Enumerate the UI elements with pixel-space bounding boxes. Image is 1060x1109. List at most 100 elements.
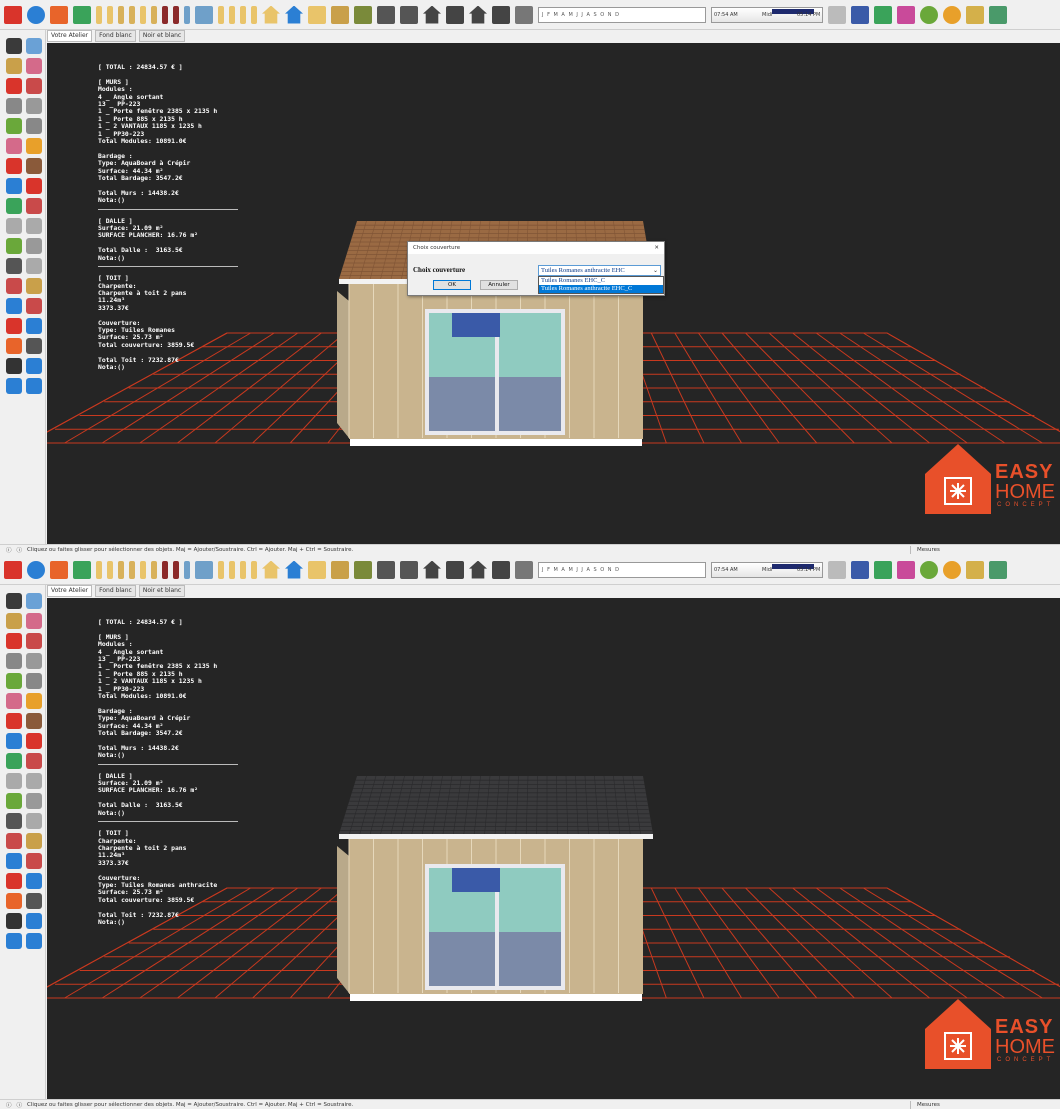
orange-icon[interactable] [943,560,961,579]
polygon-tool-icon[interactable] [26,118,42,134]
corner-module-icon[interactable] [229,560,235,579]
rotate-tool-icon[interactable] [6,178,22,194]
house-icon-2[interactable] [446,5,464,24]
section-display-tool-icon[interactable] [26,338,42,354]
section-tool-icon[interactable] [6,893,22,909]
corner-module-icon[interactable] [251,560,257,579]
cancel-button[interactable]: Annuler [480,280,518,290]
help-icon[interactable]: ⓘ [6,1101,12,1109]
lamp-icon[interactable] [828,560,846,579]
app-logo-icon[interactable] [4,560,22,579]
zoom-window-tool-icon[interactable] [26,298,42,314]
app-logo-icon[interactable] [4,5,22,24]
scene-tab[interactable]: Noir et blanc [138,585,186,597]
corner-module-icon[interactable] [240,560,246,579]
refresh-icon[interactable] [27,5,45,24]
move-tool-icon[interactable] [6,713,22,729]
pan-tool-icon[interactable] [6,833,22,849]
scene-tab[interactable]: Votre Atelier [47,585,93,597]
pan-tool-icon[interactable] [6,278,22,294]
house-icon-4[interactable] [492,560,510,579]
orbit-tool-icon[interactable] [26,38,42,54]
walk-tool-icon[interactable] [6,813,22,829]
position-camera-tool-icon[interactable] [6,873,22,889]
look-tool-icon[interactable] [26,873,42,889]
scenes-tool-icon[interactable] [26,378,42,394]
wall-module-icon[interactable] [151,560,157,579]
house-roof-icon[interactable] [285,5,303,24]
book-icon[interactable] [400,5,418,24]
tape-measure-tool-icon[interactable] [6,218,22,234]
shadow-time-slider[interactable]: 07:54 AM Midi 05:14 PM [711,6,823,23]
3d-viewport[interactable]: [ TOTAL : 24834.57 € ][ MURS ] Modules :4… [47,43,1060,544]
arrows-icon[interactable] [73,5,91,24]
axes-tool-icon[interactable] [6,238,22,254]
corner-module-icon[interactable] [240,5,246,24]
checkbox-icon[interactable] [308,5,326,24]
door-module-icon[interactable] [173,560,179,579]
close-tool-icon[interactable] [50,5,68,24]
help-icon[interactable]: ⓘ [6,546,12,554]
line-tool-icon[interactable] [6,633,22,649]
window-module-icon[interactable] [195,560,213,579]
offset-tool-icon[interactable] [26,753,42,769]
wall-module-icon[interactable] [107,5,113,24]
wall-module-icon[interactable] [151,5,157,24]
freehand-tool-icon[interactable] [26,633,42,649]
wall-module-icon[interactable] [96,560,102,579]
component-icon[interactable] [377,5,395,24]
rectangle-tool-icon[interactable] [6,653,22,669]
section-display-tool-icon[interactable] [26,893,42,909]
paint-bucket-tool-icon[interactable] [6,58,22,74]
house-icon-3[interactable] [469,560,487,579]
report-icon[interactable] [331,5,349,24]
3d-text-tool-icon[interactable] [26,793,42,809]
scale-tool-icon[interactable] [6,753,22,769]
report-icon[interactable] [331,560,349,579]
house-roof-icon[interactable] [285,560,303,579]
zoom-window-tool-icon[interactable] [26,853,42,869]
plugin-icon[interactable] [989,5,1007,24]
house-outline-icon[interactable] [262,560,280,579]
circle-tool-icon[interactable] [6,118,22,134]
info-icon[interactable]: ⓘ [17,546,23,554]
zoom-extents-tool-icon[interactable] [6,853,22,869]
home-icon[interactable] [423,560,441,579]
eraser-tool-icon[interactable] [26,58,42,74]
arrows-icon[interactable] [73,560,91,579]
shadow-month-slider[interactable]: J F M A M J J A S O N D [538,6,706,23]
wall-module-icon[interactable] [129,560,135,579]
outliner-tool-icon[interactable] [26,358,42,374]
arc-tool-icon[interactable] [6,138,22,154]
orbit-tool-icon[interactable] [26,593,42,609]
shadow-toggle-icon[interactable] [515,560,533,579]
pie-tool-icon[interactable] [26,693,42,709]
offset-tool-icon[interactable] [26,198,42,214]
look-around-tool-icon[interactable] [26,813,42,829]
rotated-rect-tool-icon[interactable] [26,653,42,669]
rotated-rect-tool-icon[interactable] [26,98,42,114]
checkbox-icon[interactable] [308,560,326,579]
select-tool-icon[interactable] [6,593,22,609]
measurements-box[interactable]: Mesures [910,545,1060,554]
text-tool-icon[interactable] [26,218,42,234]
zoom-tool-icon[interactable] [26,833,42,849]
roofing-option[interactable]: Tuiles Romanes EHC_C [539,277,663,285]
wall-module-icon[interactable] [107,560,113,579]
measurements-box[interactable]: Mesures [910,1100,1060,1109]
wall-module-icon[interactable] [118,5,124,24]
shadow-month-slider[interactable]: J F M A M J J A S O N D [538,561,706,578]
push-pull-tool-icon[interactable] [26,713,42,729]
scene-tab[interactable]: Fond blanc [95,30,136,42]
arc-tool-icon[interactable] [6,693,22,709]
ok-button[interactable]: OK [433,280,471,290]
wall-module-icon[interactable] [129,5,135,24]
house-outline-icon[interactable] [262,5,280,24]
scale-tool-icon[interactable] [6,198,22,214]
scene-tab[interactable]: Votre Atelier [47,30,93,42]
scene-tab[interactable]: Fond blanc [95,585,136,597]
text-tool-icon[interactable] [26,773,42,789]
door-module-icon[interactable] [162,5,168,24]
shadow-time-slider[interactable]: 07:54 AM Midi 05:14 PM [711,561,823,578]
list-icon[interactable] [851,560,869,579]
